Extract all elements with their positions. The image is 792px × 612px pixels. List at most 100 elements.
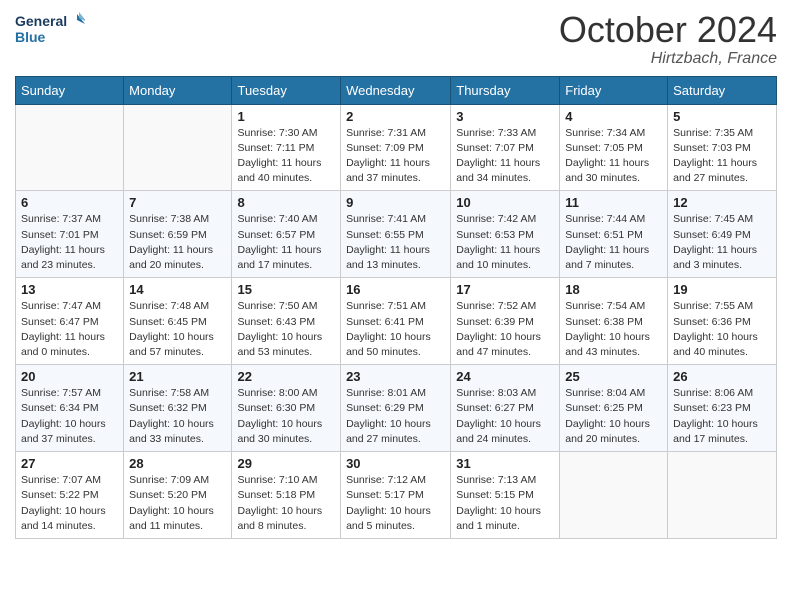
day-number: 4 (565, 109, 662, 124)
header: General Blue October 2024 Hirtzbach, Fra… (15, 10, 777, 68)
day-info: Sunrise: 8:00 AMSunset: 6:30 PMDaylight:… (237, 386, 335, 447)
day-info: Sunrise: 7:33 AMSunset: 7:07 PMDaylight:… (456, 126, 554, 187)
day-info: Sunrise: 7:07 AMSunset: 5:22 PMDaylight:… (21, 473, 118, 534)
day-number: 12 (673, 195, 771, 210)
day-number: 14 (129, 282, 226, 297)
calendar-week-1: 1Sunrise: 7:30 AMSunset: 7:11 PMDaylight… (16, 104, 777, 191)
logo: General Blue (15, 10, 85, 52)
day-number: 21 (129, 369, 226, 384)
calendar-cell (560, 452, 668, 539)
calendar-cell: 4Sunrise: 7:34 AMSunset: 7:05 PMDaylight… (560, 104, 668, 191)
col-saturday: Saturday (668, 76, 777, 104)
day-number: 13 (21, 282, 118, 297)
day-info: Sunrise: 7:45 AMSunset: 6:49 PMDaylight:… (673, 212, 771, 273)
day-info: Sunrise: 8:01 AMSunset: 6:29 PMDaylight:… (346, 386, 445, 447)
calendar-cell: 17Sunrise: 7:52 AMSunset: 6:39 PMDayligh… (451, 278, 560, 365)
day-info: Sunrise: 7:50 AMSunset: 6:43 PMDaylight:… (237, 299, 335, 360)
day-number: 26 (673, 369, 771, 384)
day-number: 28 (129, 456, 226, 471)
calendar-cell: 5 Sunrise: 7:35 AMSunset: 7:03 PMDaylight… (668, 104, 777, 191)
col-thursday: Thursday (451, 76, 560, 104)
calendar-cell: 26 Sunrise: 8:06 AMSunset: 6:23 PMDayligh… (668, 365, 777, 452)
day-info: Sunrise: 7:57 AMSunset: 6:34 PMDaylight:… (21, 386, 118, 447)
calendar-cell: 29 Sunrise: 7:10 AMSunset: 5:18 PMDayligh… (232, 452, 341, 539)
calendar-cell: 8Sunrise: 7:40 AMSunset: 6:57 PMDaylight… (232, 191, 341, 278)
calendar-cell: 25 Sunrise: 8:04 AMSunset: 6:25 PMDayligh… (560, 365, 668, 452)
day-number: 9 (346, 195, 445, 210)
day-number: 16 (346, 282, 445, 297)
day-info: Sunrise: 7:47 AMSunset: 6:47 PMDaylight:… (21, 299, 118, 360)
day-info: Sunrise: 7:38 AMSunset: 6:59 PMDaylight:… (129, 212, 226, 273)
col-tuesday: Tuesday (232, 76, 341, 104)
calendar-week-3: 13 Sunrise: 7:47 AMSunset: 6:47 PMDayligh… (16, 278, 777, 365)
col-friday: Friday (560, 76, 668, 104)
calendar-cell: 1Sunrise: 7:30 AMSunset: 7:11 PMDaylight… (232, 104, 341, 191)
day-number: 23 (346, 369, 445, 384)
day-info: Sunrise: 7:10 AMSunset: 5:18 PMDaylight:… (237, 473, 335, 534)
calendar-cell (16, 104, 124, 191)
day-info: Sunrise: 7:30 AMSunset: 7:11 PMDaylight:… (237, 126, 335, 187)
calendar-cell: 16 Sunrise: 7:51 AMSunset: 6:41 PMDayligh… (341, 278, 451, 365)
day-number: 20 (21, 369, 118, 384)
calendar-cell: 14 Sunrise: 7:48 AMSunset: 6:45 PMDayligh… (124, 278, 232, 365)
calendar-cell: 20 Sunrise: 7:57 AMSunset: 6:34 PMDayligh… (16, 365, 124, 452)
calendar-cell: 31 Sunrise: 7:13 AMSunset: 5:15 PMDayligh… (451, 452, 560, 539)
calendar-cell: 27 Sunrise: 7:07 AMSunset: 5:22 PMDayligh… (16, 452, 124, 539)
calendar-cell: 3 Sunrise: 7:33 AMSunset: 7:07 PMDaylight… (451, 104, 560, 191)
day-number: 25 (565, 369, 662, 384)
day-info: Sunrise: 8:06 AMSunset: 6:23 PMDaylight:… (673, 386, 771, 447)
day-info: Sunrise: 7:41 AMSunset: 6:55 PMDaylight:… (346, 212, 445, 273)
calendar-cell: 13 Sunrise: 7:47 AMSunset: 6:47 PMDayligh… (16, 278, 124, 365)
svg-text:Blue: Blue (15, 29, 46, 45)
day-info: Sunrise: 7:51 AMSunset: 6:41 PMDaylight:… (346, 299, 445, 360)
calendar-cell: 30 Sunrise: 7:12 AMSunset: 5:17 PMDayligh… (341, 452, 451, 539)
calendar-cell: 24 Sunrise: 8:03 AMSunset: 6:27 PMDayligh… (451, 365, 560, 452)
page: General Blue October 2024 Hirtzbach, Fra… (0, 0, 792, 612)
calendar-week-2: 6Sunrise: 7:37 AMSunset: 7:01 PMDaylight… (16, 191, 777, 278)
calendar-cell (124, 104, 232, 191)
calendar-table: Sunday Monday Tuesday Wednesday Thursday… (15, 76, 777, 539)
day-number: 2 (346, 109, 445, 124)
calendar-cell: 2Sunrise: 7:31 AMSunset: 7:09 PMDaylight… (341, 104, 451, 191)
day-number: 29 (237, 456, 335, 471)
day-info: Sunrise: 7:13 AMSunset: 5:15 PMDaylight:… (456, 473, 554, 534)
day-number: 30 (346, 456, 445, 471)
day-info: Sunrise: 7:35 AMSunset: 7:03 PMDaylight:… (673, 126, 771, 187)
calendar-cell: 10 Sunrise: 7:42 AMSunset: 6:53 PMDayligh… (451, 191, 560, 278)
day-number: 10 (456, 195, 554, 210)
calendar-week-5: 27 Sunrise: 7:07 AMSunset: 5:22 PMDayligh… (16, 452, 777, 539)
day-info: Sunrise: 8:04 AMSunset: 6:25 PMDaylight:… (565, 386, 662, 447)
calendar-cell: 19 Sunrise: 7:55 AMSunset: 6:36 PMDayligh… (668, 278, 777, 365)
day-number: 31 (456, 456, 554, 471)
calendar-cell: 23 Sunrise: 8:01 AMSunset: 6:29 PMDayligh… (341, 365, 451, 452)
calendar-cell: 12 Sunrise: 7:45 AMSunset: 6:49 PMDayligh… (668, 191, 777, 278)
day-number: 5 (673, 109, 771, 124)
day-number: 3 (456, 109, 554, 124)
day-info: Sunrise: 8:03 AMSunset: 6:27 PMDaylight:… (456, 386, 554, 447)
calendar-cell: 7Sunrise: 7:38 AMSunset: 6:59 PMDaylight… (124, 191, 232, 278)
day-info: Sunrise: 7:52 AMSunset: 6:39 PMDaylight:… (456, 299, 554, 360)
logo-svg: General Blue (15, 10, 85, 52)
day-info: Sunrise: 7:55 AMSunset: 6:36 PMDaylight:… (673, 299, 771, 360)
day-number: 22 (237, 369, 335, 384)
day-info: Sunrise: 7:48 AMSunset: 6:45 PMDaylight:… (129, 299, 226, 360)
day-info: Sunrise: 7:12 AMSunset: 5:17 PMDaylight:… (346, 473, 445, 534)
calendar-cell (668, 452, 777, 539)
day-info: Sunrise: 7:42 AMSunset: 6:53 PMDaylight:… (456, 212, 554, 273)
calendar-week-4: 20 Sunrise: 7:57 AMSunset: 6:34 PMDayligh… (16, 365, 777, 452)
day-info: Sunrise: 7:37 AMSunset: 7:01 PMDaylight:… (21, 212, 118, 273)
title-block: October 2024 Hirtzbach, France (559, 10, 777, 68)
calendar-cell: 15Sunrise: 7:50 AMSunset: 6:43 PMDayligh… (232, 278, 341, 365)
calendar-cell: 21Sunrise: 7:58 AMSunset: 6:32 PMDayligh… (124, 365, 232, 452)
calendar-cell: 22 Sunrise: 8:00 AMSunset: 6:30 PMDayligh… (232, 365, 341, 452)
col-sunday: Sunday (16, 76, 124, 104)
calendar-cell: 9 Sunrise: 7:41 AMSunset: 6:55 PMDaylight… (341, 191, 451, 278)
day-number: 24 (456, 369, 554, 384)
col-wednesday: Wednesday (341, 76, 451, 104)
day-info: Sunrise: 7:44 AMSunset: 6:51 PMDaylight:… (565, 212, 662, 273)
col-monday: Monday (124, 76, 232, 104)
day-info: Sunrise: 7:40 AMSunset: 6:57 PMDaylight:… (237, 212, 335, 273)
calendar-cell: 11Sunrise: 7:44 AMSunset: 6:51 PMDayligh… (560, 191, 668, 278)
day-number: 19 (673, 282, 771, 297)
day-number: 27 (21, 456, 118, 471)
